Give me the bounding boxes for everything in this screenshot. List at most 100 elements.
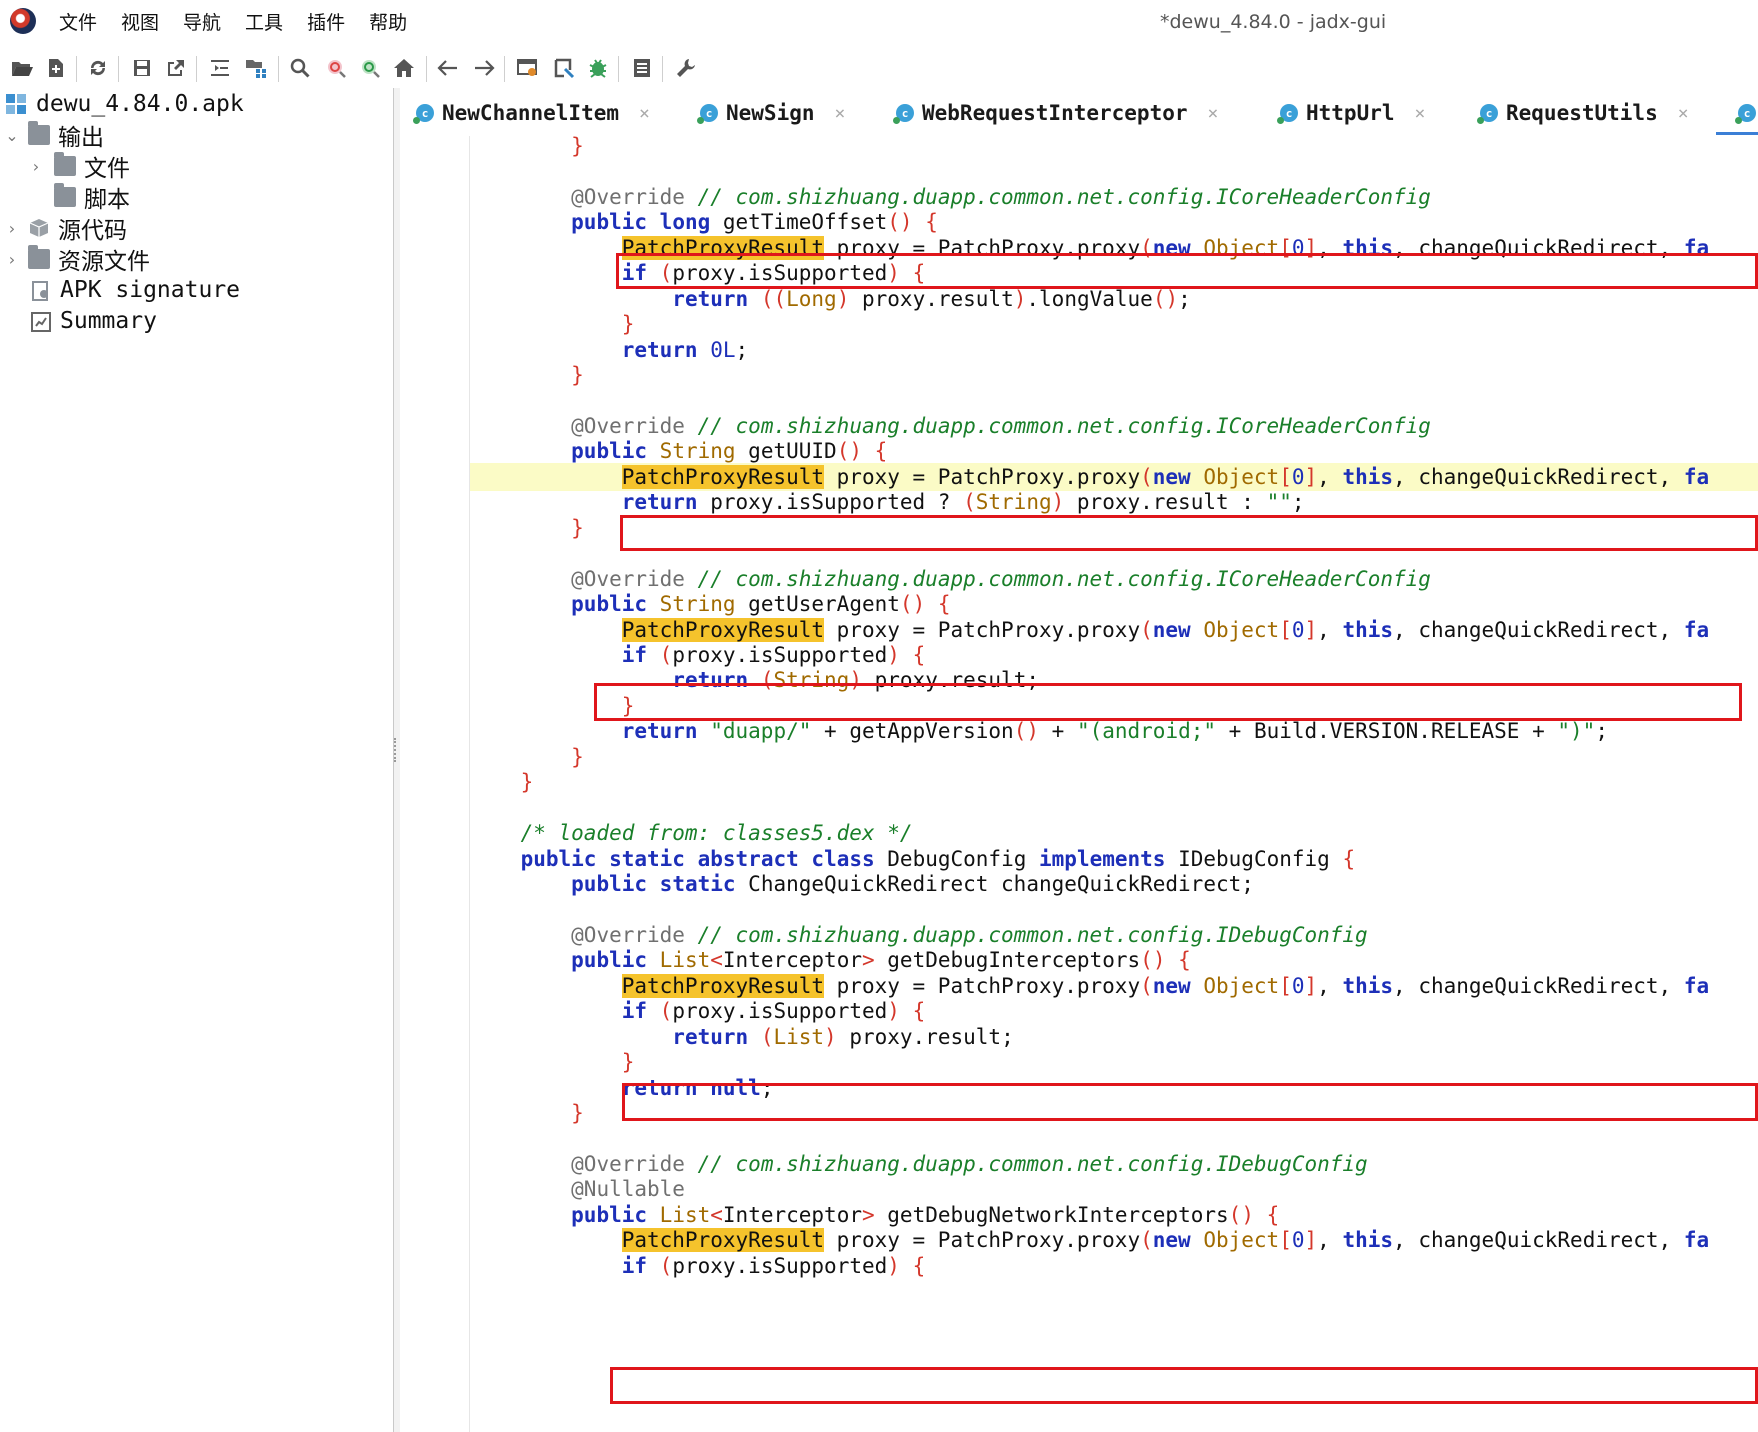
find-class-icon[interactable] bbox=[322, 54, 350, 82]
code-line[interactable]: public List<Interceptor> getDebugInterce… bbox=[470, 946, 1191, 974]
menu-view[interactable]: 视图 bbox=[120, 10, 172, 36]
code-line[interactable]: if (proxy.isSupported) { bbox=[470, 641, 926, 669]
code-line[interactable]: } bbox=[470, 310, 635, 338]
class-tree-icon[interactable] bbox=[242, 54, 270, 82]
tree-item-output[interactable]: ⌄ 输出 bbox=[2, 119, 104, 151]
menu-plugins[interactable]: 插件 bbox=[306, 10, 358, 36]
debugger-icon[interactable] bbox=[584, 54, 612, 82]
menu-file[interactable]: 文件 bbox=[58, 10, 110, 36]
code-line[interactable] bbox=[470, 896, 483, 924]
class-icon: c bbox=[1277, 104, 1298, 124]
home-icon[interactable] bbox=[390, 54, 418, 82]
code-line[interactable]: if (proxy.isSupported) { bbox=[470, 997, 926, 1025]
code-line[interactable]: @Override // com.shizhuang.duapp.common.… bbox=[470, 921, 1368, 949]
code-line[interactable]: PatchProxyResult proxy = PatchProxy.prox… bbox=[470, 972, 1709, 1000]
menu-tools[interactable]: 工具 bbox=[244, 10, 296, 36]
sync-icon[interactable] bbox=[84, 54, 112, 82]
chevron-right-icon[interactable]: › bbox=[2, 219, 22, 238]
deobfuscation-icon[interactable] bbox=[550, 54, 578, 82]
code-line[interactable] bbox=[470, 794, 483, 822]
tree-item-scripts[interactable]: 脚本 bbox=[54, 181, 130, 213]
save-icon[interactable] bbox=[128, 54, 156, 82]
code-line[interactable]: public static ChangeQuickRedirect change… bbox=[470, 870, 1254, 898]
close-icon[interactable]: × bbox=[835, 103, 846, 124]
add-file-icon[interactable] bbox=[42, 54, 70, 82]
close-icon[interactable]: × bbox=[1678, 103, 1689, 124]
code-line[interactable]: } bbox=[470, 743, 584, 771]
code-line[interactable]: return 0L; bbox=[470, 336, 748, 364]
code-line[interactable] bbox=[470, 387, 483, 415]
close-icon[interactable]: × bbox=[1415, 103, 1426, 124]
jadx-app-icon bbox=[10, 8, 36, 34]
code-line[interactable]: } bbox=[470, 361, 584, 389]
code-line[interactable]: PatchProxyResult proxy = PatchProxy.prox… bbox=[470, 462, 1758, 491]
log-icon[interactable] bbox=[628, 54, 656, 82]
tab-webrequestinterceptor[interactable]: c WebRequestInterceptor × bbox=[893, 96, 1219, 130]
code-line[interactable]: } bbox=[470, 1099, 584, 1127]
code-line[interactable]: return "duapp/" + getAppVersion() + "(an… bbox=[470, 717, 1608, 745]
tree-item-source-code[interactable]: › 源代码 bbox=[2, 212, 127, 244]
annotation-box bbox=[620, 515, 1758, 551]
package-icon bbox=[28, 218, 50, 238]
signature-icon bbox=[30, 280, 52, 301]
tree-item-resources[interactable]: › 资源文件 bbox=[2, 243, 150, 275]
chevron-down-icon[interactable]: ⌄ bbox=[2, 126, 22, 145]
code-line[interactable]: return (List) proxy.result; bbox=[470, 1023, 1013, 1051]
find-usage-icon[interactable] bbox=[356, 54, 384, 82]
code-line[interactable]: @Override // com.shizhuang.duapp.common.… bbox=[470, 1150, 1368, 1178]
open-file-icon[interactable] bbox=[8, 54, 36, 82]
tree-item-summary[interactable]: Summary bbox=[30, 305, 157, 337]
tab-label: HttpUrl bbox=[1306, 101, 1395, 125]
code-line[interactable]: /* loaded from: classes5.dex */ bbox=[470, 819, 913, 847]
tree-item-apk[interactable]: dewu_4.84.0.apk bbox=[6, 88, 244, 120]
tab-newchannelitem[interactable]: c NewChannelItem × bbox=[413, 96, 650, 130]
tab-overflow[interactable]: c bbox=[1735, 96, 1758, 130]
code-editor[interactable]: } @Override // com.shizhuang.duapp.commo… bbox=[400, 136, 1758, 1432]
forward-icon[interactable] bbox=[470, 54, 498, 82]
code-line[interactable]: public long getTimeOffset() { bbox=[470, 208, 938, 236]
chevron-right-icon[interactable]: › bbox=[26, 157, 46, 176]
quick-tabs-icon[interactable] bbox=[514, 54, 542, 82]
code-line[interactable]: @Override // com.shizhuang.duapp.common.… bbox=[470, 412, 1431, 440]
annotation-box bbox=[594, 683, 1742, 721]
code-line[interactable]: PatchProxyResult proxy = PatchProxy.prox… bbox=[470, 1226, 1709, 1254]
code-line[interactable]: } bbox=[470, 768, 534, 796]
tree-item-files[interactable]: › 文件 bbox=[26, 150, 130, 182]
code-line[interactable]: public static abstract class DebugConfig… bbox=[470, 845, 1356, 873]
code-line[interactable]: public List<Interceptor> getDebugNetwork… bbox=[470, 1201, 1279, 1229]
code-line[interactable]: PatchProxyResult proxy = PatchProxy.prox… bbox=[470, 616, 1709, 644]
code-line[interactable]: } bbox=[470, 136, 584, 160]
code-line[interactable]: } bbox=[470, 514, 584, 542]
tab-newsign[interactable]: c NewSign × bbox=[697, 96, 846, 130]
code-line[interactable]: if (proxy.isSupported) { bbox=[470, 1252, 926, 1280]
tree-item-label: 脚本 bbox=[84, 187, 130, 213]
menu-navigation[interactable]: 导航 bbox=[182, 10, 234, 36]
code-line[interactable]: @Override // com.shizhuang.duapp.common.… bbox=[470, 565, 1431, 593]
settings-icon[interactable] bbox=[672, 54, 700, 82]
close-icon[interactable]: × bbox=[639, 103, 650, 124]
text-search-icon[interactable] bbox=[206, 54, 234, 82]
menu-help[interactable]: 帮助 bbox=[368, 10, 420, 36]
code-line[interactable]: @Override // com.shizhuang.duapp.common.… bbox=[470, 183, 1431, 211]
code-line[interactable]: @Nullable bbox=[470, 1175, 685, 1203]
toolbar bbox=[0, 48, 1758, 90]
code-line[interactable] bbox=[470, 1125, 483, 1153]
annotation-box bbox=[622, 1083, 1758, 1121]
search-icon[interactable] bbox=[286, 54, 314, 82]
code-line[interactable]: return proxy.isSupported ? (String) prox… bbox=[470, 488, 1305, 516]
code-line[interactable] bbox=[470, 157, 483, 185]
code-line[interactable]: public String getUUID() { bbox=[470, 437, 887, 465]
close-icon[interactable]: × bbox=[1208, 103, 1219, 124]
code-line[interactable]: public String getUserAgent() { bbox=[470, 590, 950, 618]
code-line[interactable]: } bbox=[470, 1048, 635, 1076]
annotation-box bbox=[610, 1367, 1758, 1404]
tab-httpurl[interactable]: c HttpUrl × bbox=[1277, 96, 1426, 130]
tab-requestutils[interactable]: c RequestUtils × bbox=[1477, 96, 1689, 130]
folder-icon bbox=[54, 183, 76, 207]
code-line[interactable] bbox=[470, 539, 483, 567]
back-icon[interactable] bbox=[434, 54, 462, 82]
export-icon[interactable] bbox=[162, 54, 190, 82]
tree-item-apk-signature[interactable]: APK signature bbox=[30, 274, 240, 306]
chevron-right-icon[interactable]: › bbox=[2, 250, 22, 269]
tree-item-label: 源代码 bbox=[58, 218, 127, 244]
